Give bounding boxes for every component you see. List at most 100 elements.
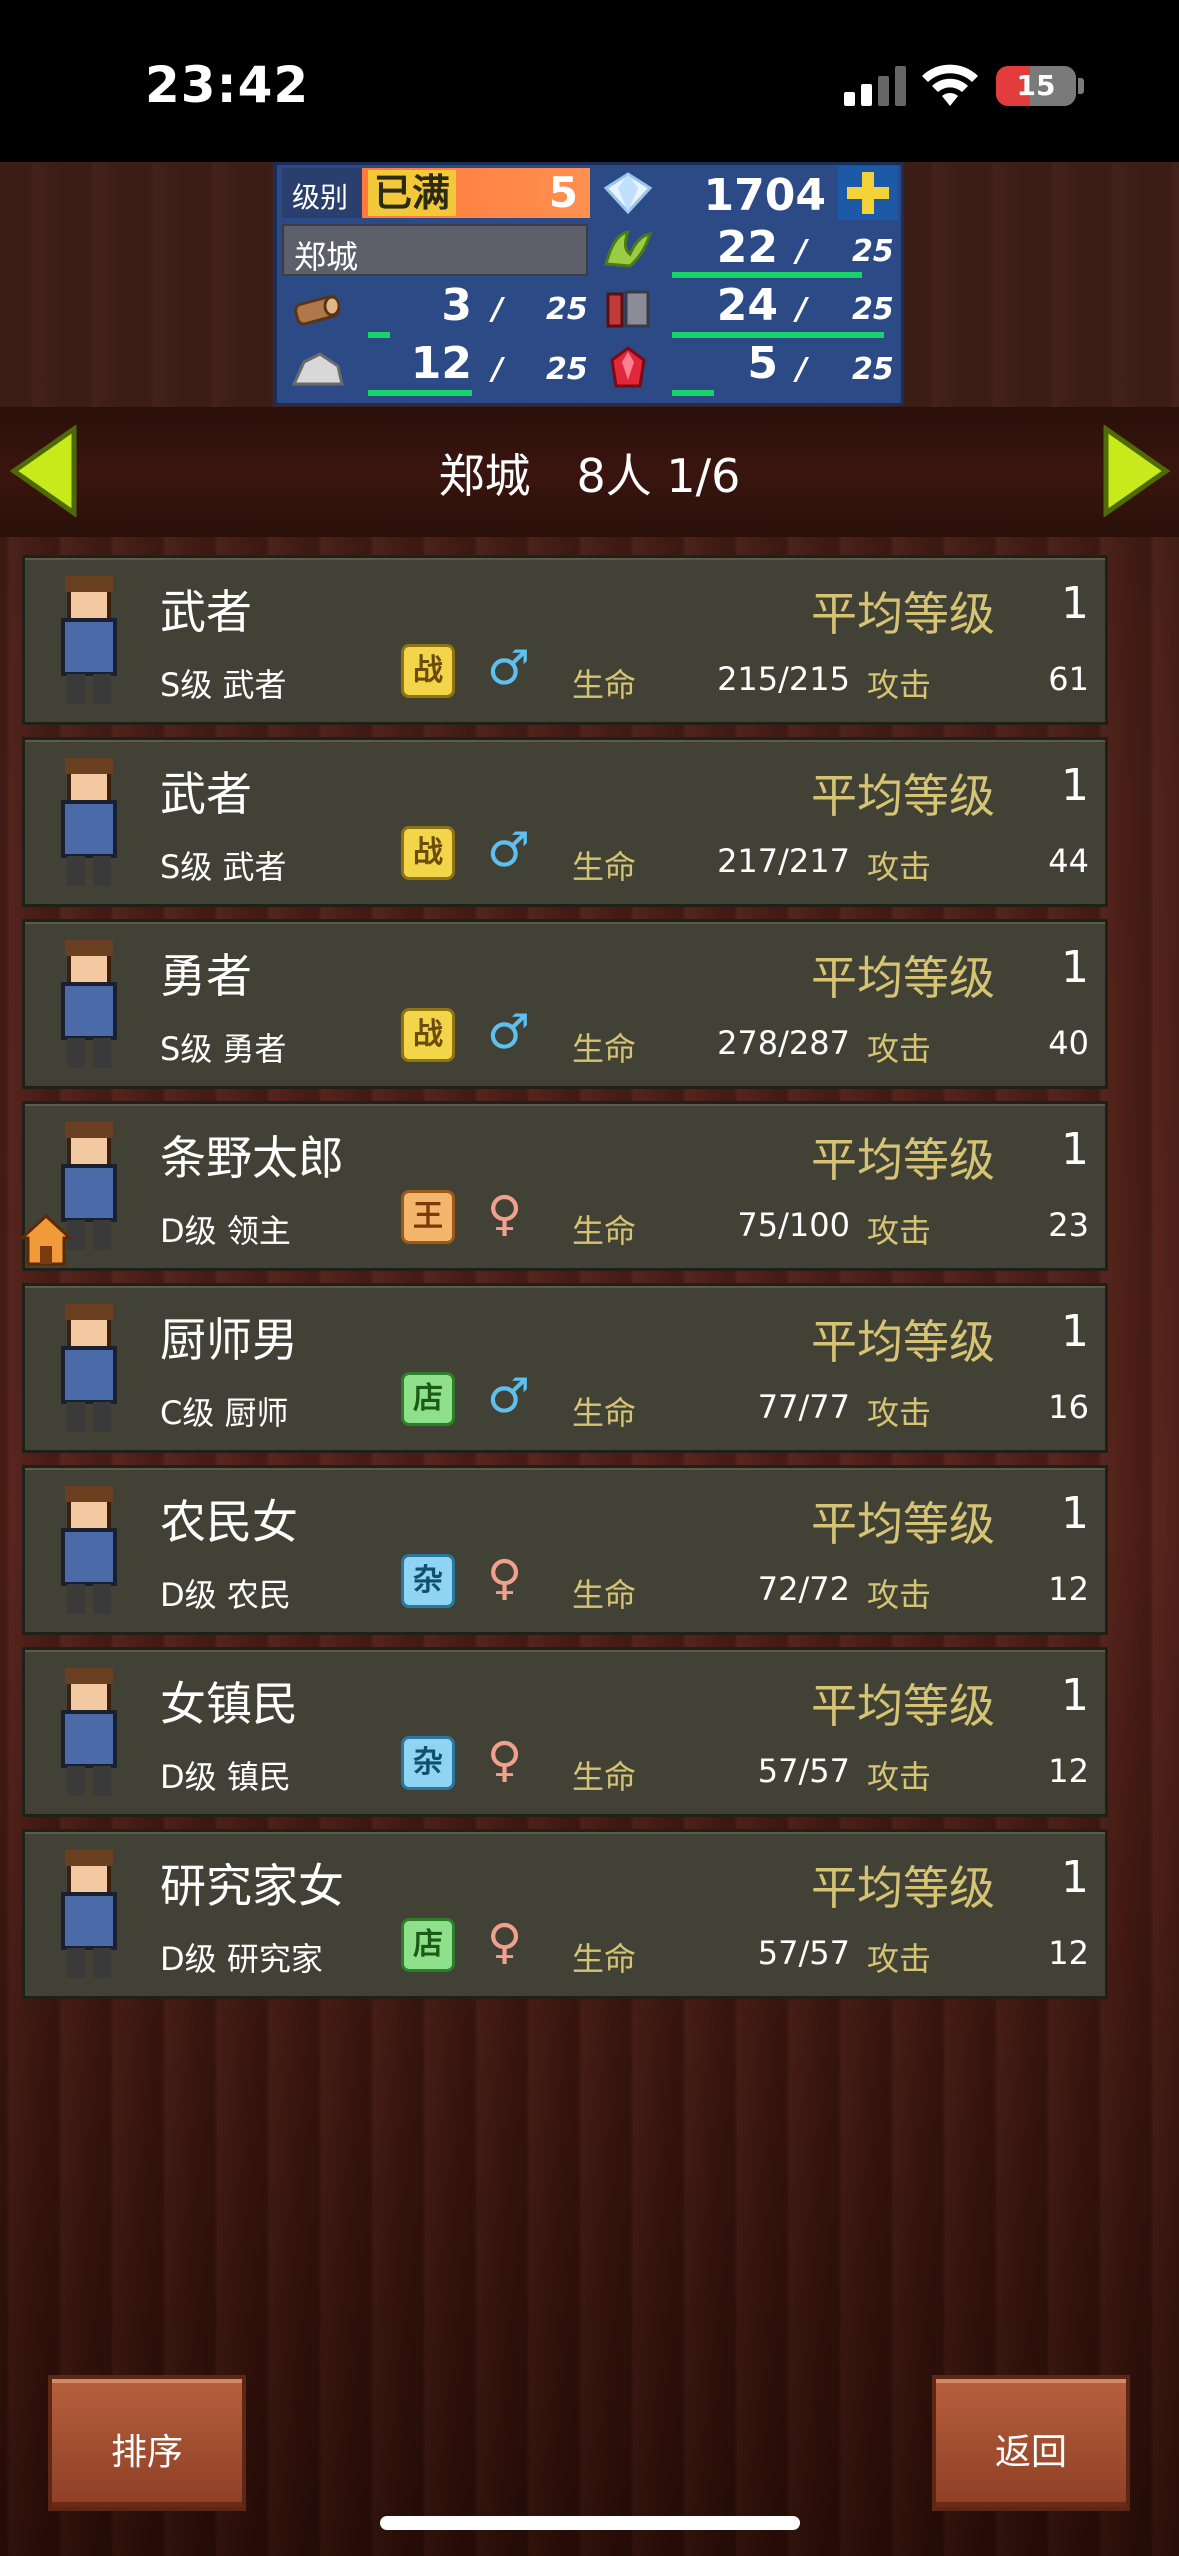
job-badge: 杂 bbox=[401, 1736, 455, 1790]
resident-name: 厨师男 bbox=[160, 1313, 298, 1367]
avg-level-value: 1 bbox=[1061, 1670, 1089, 1721]
hp-value: 217/217 bbox=[717, 842, 850, 880]
hp-label: 生命 bbox=[572, 1212, 637, 1250]
wood-icon bbox=[294, 295, 341, 326]
avg-level-value: 1 bbox=[1061, 1124, 1089, 1175]
stone-icon bbox=[291, 352, 344, 386]
hp-value: 77/77 bbox=[757, 1388, 850, 1426]
job-badge: 王 bbox=[401, 1190, 455, 1244]
resident-avatar-icon bbox=[61, 1486, 117, 1614]
resident-name: 武者 bbox=[160, 767, 252, 821]
materials-icon bbox=[606, 290, 650, 328]
avg-level-value: 1 bbox=[1061, 760, 1089, 811]
level-value: 5 bbox=[548, 168, 578, 217]
resident-row[interactable]: 勇者 平均等级 1 S级 勇者 战 ♂ 生命 278/287 攻击 40 bbox=[22, 919, 1108, 1089]
resident-row[interactable]: 条野太郎 平均等级 1 D级 领主 王 ♀ 生命 75/100 攻击 23 bbox=[22, 1101, 1108, 1271]
resident-row[interactable]: 武者 平均等级 1 S级 武者 战 ♂ 生命 215/215 攻击 61 bbox=[22, 555, 1108, 725]
hp-value: 278/287 bbox=[717, 1024, 850, 1062]
resident-row[interactable]: 农民女 平均等级 1 D级 农民 杂 ♀ 生命 72/72 攻击 12 bbox=[22, 1465, 1108, 1635]
resident-avatar-icon bbox=[61, 576, 117, 704]
resident-class: D级 研究家 bbox=[160, 1940, 323, 1978]
attack-value: 12 bbox=[1048, 1570, 1089, 1608]
wifi-icon bbox=[922, 64, 978, 106]
attack-value: 12 bbox=[1048, 1752, 1089, 1790]
resident-row[interactable]: 研究家女 平均等级 1 D级 研究家 店 ♀ 生命 57/57 攻击 12 bbox=[22, 1829, 1108, 1999]
female-icon: ♀ bbox=[487, 1186, 523, 1242]
materials-max: 25 bbox=[852, 292, 894, 327]
resident-name: 条野太郎 bbox=[160, 1131, 344, 1185]
male-icon: ♂ bbox=[487, 822, 531, 878]
job-badge: 战 bbox=[401, 644, 455, 698]
wood-value: 3 bbox=[441, 280, 472, 331]
status-bar: 23:42 15 bbox=[0, 0, 1179, 162]
male-icon: ♂ bbox=[487, 640, 531, 696]
resident-name: 武者 bbox=[160, 585, 252, 639]
female-icon: ♀ bbox=[487, 1914, 523, 1970]
hp-value: 75/100 bbox=[737, 1206, 850, 1244]
job-badge: 战 bbox=[401, 826, 455, 880]
ruby-icon bbox=[610, 346, 646, 388]
resident-class: S级 武者 bbox=[160, 848, 287, 886]
resident-row[interactable]: 武者 平均等级 1 S级 武者 战 ♂ 生命 217/217 攻击 44 bbox=[22, 737, 1108, 907]
gems-count: 1704 bbox=[703, 170, 826, 221]
resident-name: 研究家女 bbox=[160, 1859, 344, 1913]
attack-label: 攻击 bbox=[867, 1394, 932, 1432]
attack-value: 44 bbox=[1048, 842, 1089, 880]
hp-label: 生命 bbox=[572, 1576, 637, 1614]
attack-value: 16 bbox=[1048, 1388, 1089, 1426]
food-max: 25 bbox=[852, 234, 894, 269]
add-gems-button[interactable] bbox=[838, 166, 898, 220]
wood-max: 25 bbox=[546, 292, 588, 327]
sort-button[interactable]: 排序 bbox=[48, 2375, 246, 2511]
home-indicator[interactable] bbox=[380, 2516, 800, 2530]
attack-value: 61 bbox=[1048, 660, 1089, 698]
resident-avatar-icon bbox=[61, 1304, 117, 1432]
level-max-badge: 已满 bbox=[368, 170, 457, 216]
ruby-bar bbox=[672, 390, 714, 396]
attack-value: 23 bbox=[1048, 1206, 1089, 1244]
female-icon: ♀ bbox=[487, 1732, 523, 1788]
resident-avatar-icon bbox=[61, 1850, 117, 1978]
avg-level-label: 平均等级 bbox=[811, 951, 995, 1005]
job-badge: 杂 bbox=[401, 1554, 455, 1608]
attack-label: 攻击 bbox=[867, 1030, 932, 1068]
attack-value: 12 bbox=[1048, 1934, 1089, 1972]
resident-name: 勇者 bbox=[160, 949, 252, 1003]
status-time: 23:42 bbox=[145, 56, 310, 114]
avg-level-value: 1 bbox=[1061, 578, 1089, 629]
avg-level-value: 1 bbox=[1061, 1852, 1089, 1903]
cellular-signal-icon bbox=[844, 66, 908, 106]
resident-class: D级 领主 bbox=[160, 1212, 291, 1250]
hp-label: 生命 bbox=[572, 1394, 637, 1432]
avg-level-label: 平均等级 bbox=[811, 1133, 995, 1187]
next-page-arrow-icon[interactable] bbox=[1100, 425, 1172, 517]
stone-bar bbox=[368, 390, 472, 396]
avg-level-label: 平均等级 bbox=[811, 1497, 995, 1551]
female-icon: ♀ bbox=[487, 1550, 523, 1606]
city-name-field: 郑城 bbox=[282, 224, 588, 276]
hp-value: 57/57 bbox=[757, 1752, 850, 1790]
back-button[interactable]: 返回 bbox=[932, 2375, 1130, 2511]
resident-class: C级 厨师 bbox=[160, 1394, 289, 1432]
hp-label: 生命 bbox=[572, 1758, 637, 1796]
ruby-max: 25 bbox=[852, 352, 894, 387]
resident-row[interactable]: 厨师男 平均等级 1 C级 厨师 店 ♂ 生命 77/77 攻击 16 bbox=[22, 1283, 1108, 1453]
resident-row[interactable]: 女镇民 平均等级 1 D级 镇民 杂 ♀ 生命 57/57 攻击 12 bbox=[22, 1647, 1108, 1817]
attack-label: 攻击 bbox=[867, 1576, 932, 1614]
hp-value: 72/72 bbox=[757, 1570, 850, 1608]
food-value: 22 bbox=[716, 222, 778, 273]
attack-label: 攻击 bbox=[867, 1212, 932, 1250]
resident-name: 女镇民 bbox=[160, 1677, 298, 1731]
avg-level-label: 平均等级 bbox=[811, 769, 995, 823]
job-badge: 战 bbox=[401, 1008, 455, 1062]
level-bar: 已满 5 bbox=[362, 168, 590, 218]
plus-icon bbox=[847, 172, 889, 214]
level-label: 级别 bbox=[292, 181, 349, 214]
avg-level-label: 平均等级 bbox=[811, 587, 995, 641]
resident-avatar-icon bbox=[61, 940, 117, 1068]
male-icon: ♂ bbox=[487, 1004, 531, 1060]
home-icon bbox=[18, 1213, 74, 1266]
hp-value: 215/215 bbox=[717, 660, 850, 698]
avg-level-label: 平均等级 bbox=[811, 1315, 995, 1369]
resident-class: D级 镇民 bbox=[160, 1758, 291, 1796]
